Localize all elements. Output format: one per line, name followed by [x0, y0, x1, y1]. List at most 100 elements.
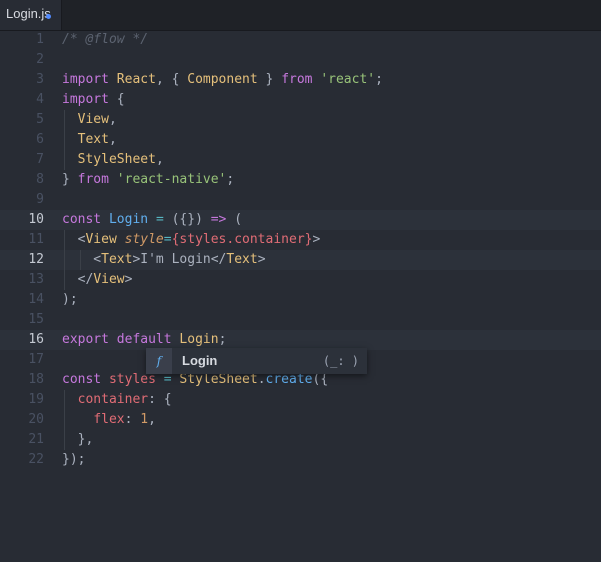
code-line[interactable]: 14); [0, 290, 601, 310]
line-content: const Login = ({}) => ( [62, 210, 242, 230]
code-line[interactable]: 2 [0, 50, 601, 70]
code-token: 'react-native' [116, 172, 227, 187]
code-token: < [62, 252, 102, 267]
code-token: , { [155, 72, 188, 87]
line-number: 4 [36, 92, 44, 107]
code-token: }); [62, 452, 86, 467]
code-line[interactable]: 1 /* @flow */ [0, 30, 601, 50]
tab-login-js[interactable]: Login.js [0, 0, 62, 30]
code-token: ; [375, 72, 383, 87]
code-line[interactable]: 12 <Text>I'm Login</Text> [0, 250, 601, 270]
code-token: { [108, 92, 125, 107]
line-number: 13 [28, 272, 44, 287]
code-token: style [124, 232, 164, 247]
line-number: 14 [28, 292, 44, 307]
code-token: const [62, 212, 102, 227]
code-token: export [62, 332, 109, 347]
code-token: , [155, 152, 164, 167]
line-number: 15 [28, 312, 44, 327]
code-token: 'react' [320, 72, 376, 87]
code-line[interactable]: 19 container: { [0, 390, 601, 410]
line-content: } from 'react-native'; [62, 170, 234, 190]
code-token: Login [179, 332, 219, 347]
code-line[interactable]: 16 export default Login; [0, 330, 601, 350]
code-line[interactable]: 21 }, [0, 430, 601, 450]
code-token: ; [218, 332, 227, 347]
code-token: ({ [312, 372, 329, 387]
code-token: import [62, 72, 109, 87]
code-token: => [210, 212, 227, 227]
code-line[interactable]: 11 <View style={styles.container}> [0, 230, 601, 250]
code-token: = [155, 212, 164, 227]
code-line[interactable]: 9 [0, 190, 601, 210]
code-line[interactable]: 5 View, [0, 110, 601, 130]
line-content: ); [62, 290, 78, 310]
code-token: flex [93, 412, 125, 427]
code-token: default [116, 332, 172, 347]
code-line[interactable]: 15 [0, 310, 601, 330]
code-token: {styles.container} [171, 232, 313, 247]
autocomplete-popup[interactable]: f Login (_: ) [146, 348, 367, 374]
line-number: 10 [28, 212, 44, 227]
code-token: styles [108, 372, 156, 387]
line-number: 9 [36, 192, 44, 207]
code-token: ); [62, 292, 78, 307]
code-token: React [116, 72, 156, 87]
line-content: container: { [62, 390, 172, 410]
code-editor[interactable]: 1 /* @flow */ 2 3 import React, { Component … [0, 30, 601, 562]
line-number: 16 [28, 332, 44, 347]
code-token: View [85, 232, 117, 247]
line-number: 18 [28, 372, 44, 387]
code-token: = [163, 232, 172, 247]
modified-indicator-icon [46, 14, 51, 19]
code-token: ({}) [163, 212, 211, 227]
line-number: 1 [36, 32, 44, 47]
autocomplete-suggestion: Login [182, 353, 218, 368]
code-token: > [312, 232, 321, 247]
code-token: > [257, 252, 266, 267]
code-line[interactable]: 20 flex: 1, [0, 410, 601, 430]
code-line[interactable]: 4 import { [0, 90, 601, 110]
code-line[interactable]: 13 </View> [0, 270, 601, 290]
code-token: < [62, 232, 86, 247]
line-number: 17 [28, 352, 44, 367]
code-token: StyleSheet [77, 152, 156, 167]
line-number: 8 [36, 172, 44, 187]
code-token: , [148, 412, 156, 427]
line-number: 6 [36, 132, 44, 147]
code-line[interactable]: 22}); [0, 450, 601, 470]
code-token: from [281, 72, 313, 87]
line-number: 11 [28, 232, 44, 247]
code-token: ( [226, 212, 243, 227]
code-token: Text [226, 252, 258, 267]
line-content: flex: 1, [62, 410, 156, 430]
code-line[interactable]: 3 import React, { Component } from 'react… [0, 70, 601, 90]
autocomplete-item[interactable]: f Login (_: ) [146, 348, 367, 374]
line-number: 20 [28, 412, 44, 427]
code-token: . [257, 372, 266, 387]
line-content: }); [62, 450, 85, 470]
code-token: : { [148, 392, 172, 407]
line-number: 22 [28, 452, 44, 467]
line-content: import React, { Component } from 'react'… [62, 70, 383, 90]
code-token: , [108, 132, 117, 147]
code-line[interactable]: 7 StyleSheet, [0, 150, 601, 170]
code-line[interactable]: 6 Text, [0, 130, 601, 150]
line-content: export default Login; [62, 330, 226, 350]
code-line[interactable]: 10 const Login = ({}) => ( [0, 210, 601, 230]
code-line[interactable]: 8 } from 'react-native'; [0, 170, 601, 190]
code-token: View [93, 272, 125, 287]
code-token: 1 [140, 412, 149, 427]
line-number: 19 [28, 392, 44, 407]
code-token: = [163, 372, 172, 387]
code-token: }, [62, 432, 94, 447]
indent-guide [80, 250, 81, 270]
code-token: >I'm Login</ [132, 252, 227, 267]
code-token: > [124, 272, 133, 287]
